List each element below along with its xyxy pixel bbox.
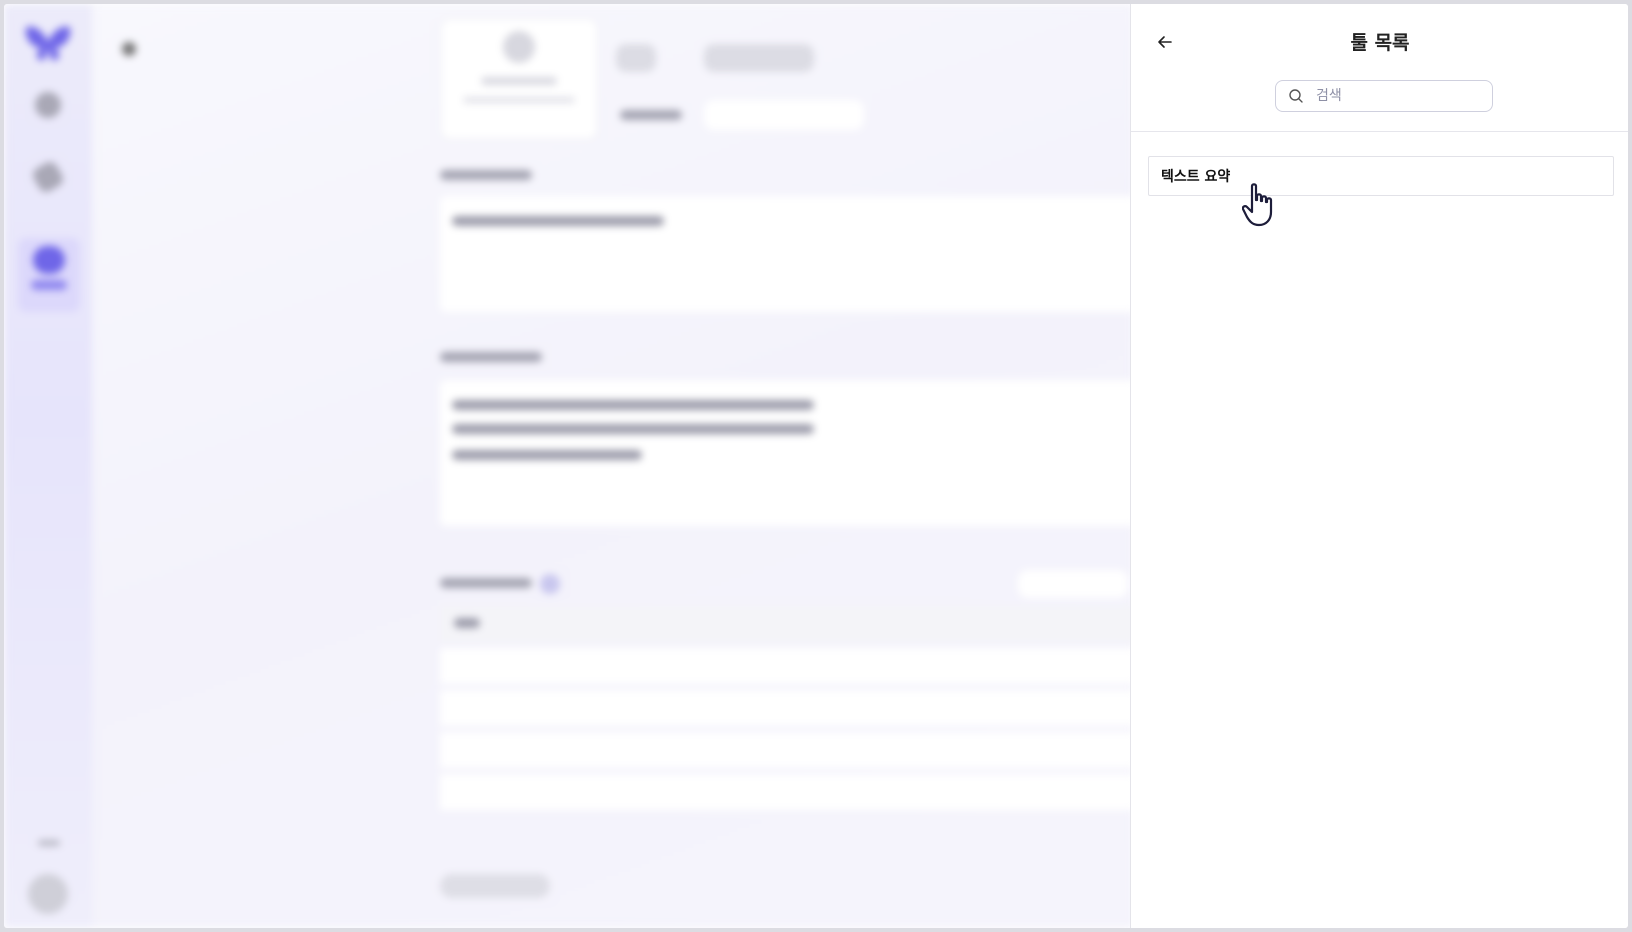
blurred-table-row (440, 690, 1140, 726)
blurred-select (704, 100, 864, 130)
search-icon (1289, 89, 1303, 103)
blurred-badge (540, 574, 560, 594)
search-input[interactable] (1314, 87, 1478, 105)
blurred-line (452, 450, 642, 460)
blurred-table-row (440, 648, 1140, 684)
agent-card (440, 18, 598, 140)
blurred-background-app (4, 4, 1140, 928)
blurred-label (440, 170, 532, 180)
blurred-label (440, 352, 542, 362)
version-label (38, 840, 60, 846)
divider (1131, 131, 1628, 132)
blurred-table-row (440, 732, 1140, 768)
left-nav-rail (4, 4, 92, 928)
app-window: 툴 목록 텍스트 요약 (4, 4, 1628, 928)
blurred-table-row (440, 774, 1140, 810)
rail-item-active (18, 238, 80, 312)
blurred-search (1018, 570, 1128, 598)
gear-icon (122, 42, 136, 56)
blurred-line (454, 618, 480, 628)
rail-item-1 (26, 92, 70, 124)
blurred-label (620, 110, 682, 120)
blurred-line (452, 400, 814, 410)
blurred-chip (616, 44, 656, 72)
blurred-textarea (440, 196, 1140, 312)
avatar (28, 874, 68, 914)
rail-item-2 (26, 159, 70, 196)
butterfly-logo-icon (25, 26, 71, 61)
blurred-line (452, 424, 814, 434)
tool-list-panel: 툴 목록 텍스트 요약 (1130, 4, 1628, 928)
blurred-line (452, 216, 664, 226)
blurred-footer-button (440, 874, 550, 898)
blurred-chip (704, 44, 814, 72)
tool-list-item-label: 텍스트 요약 (1161, 169, 1231, 185)
panel-title: 툴 목록 (1350, 32, 1410, 54)
blurred-table-header (440, 606, 1140, 642)
tool-list-item[interactable]: 텍스트 요약 (1148, 156, 1614, 196)
blurred-label (440, 578, 532, 588)
search-box[interactable] (1275, 80, 1493, 112)
